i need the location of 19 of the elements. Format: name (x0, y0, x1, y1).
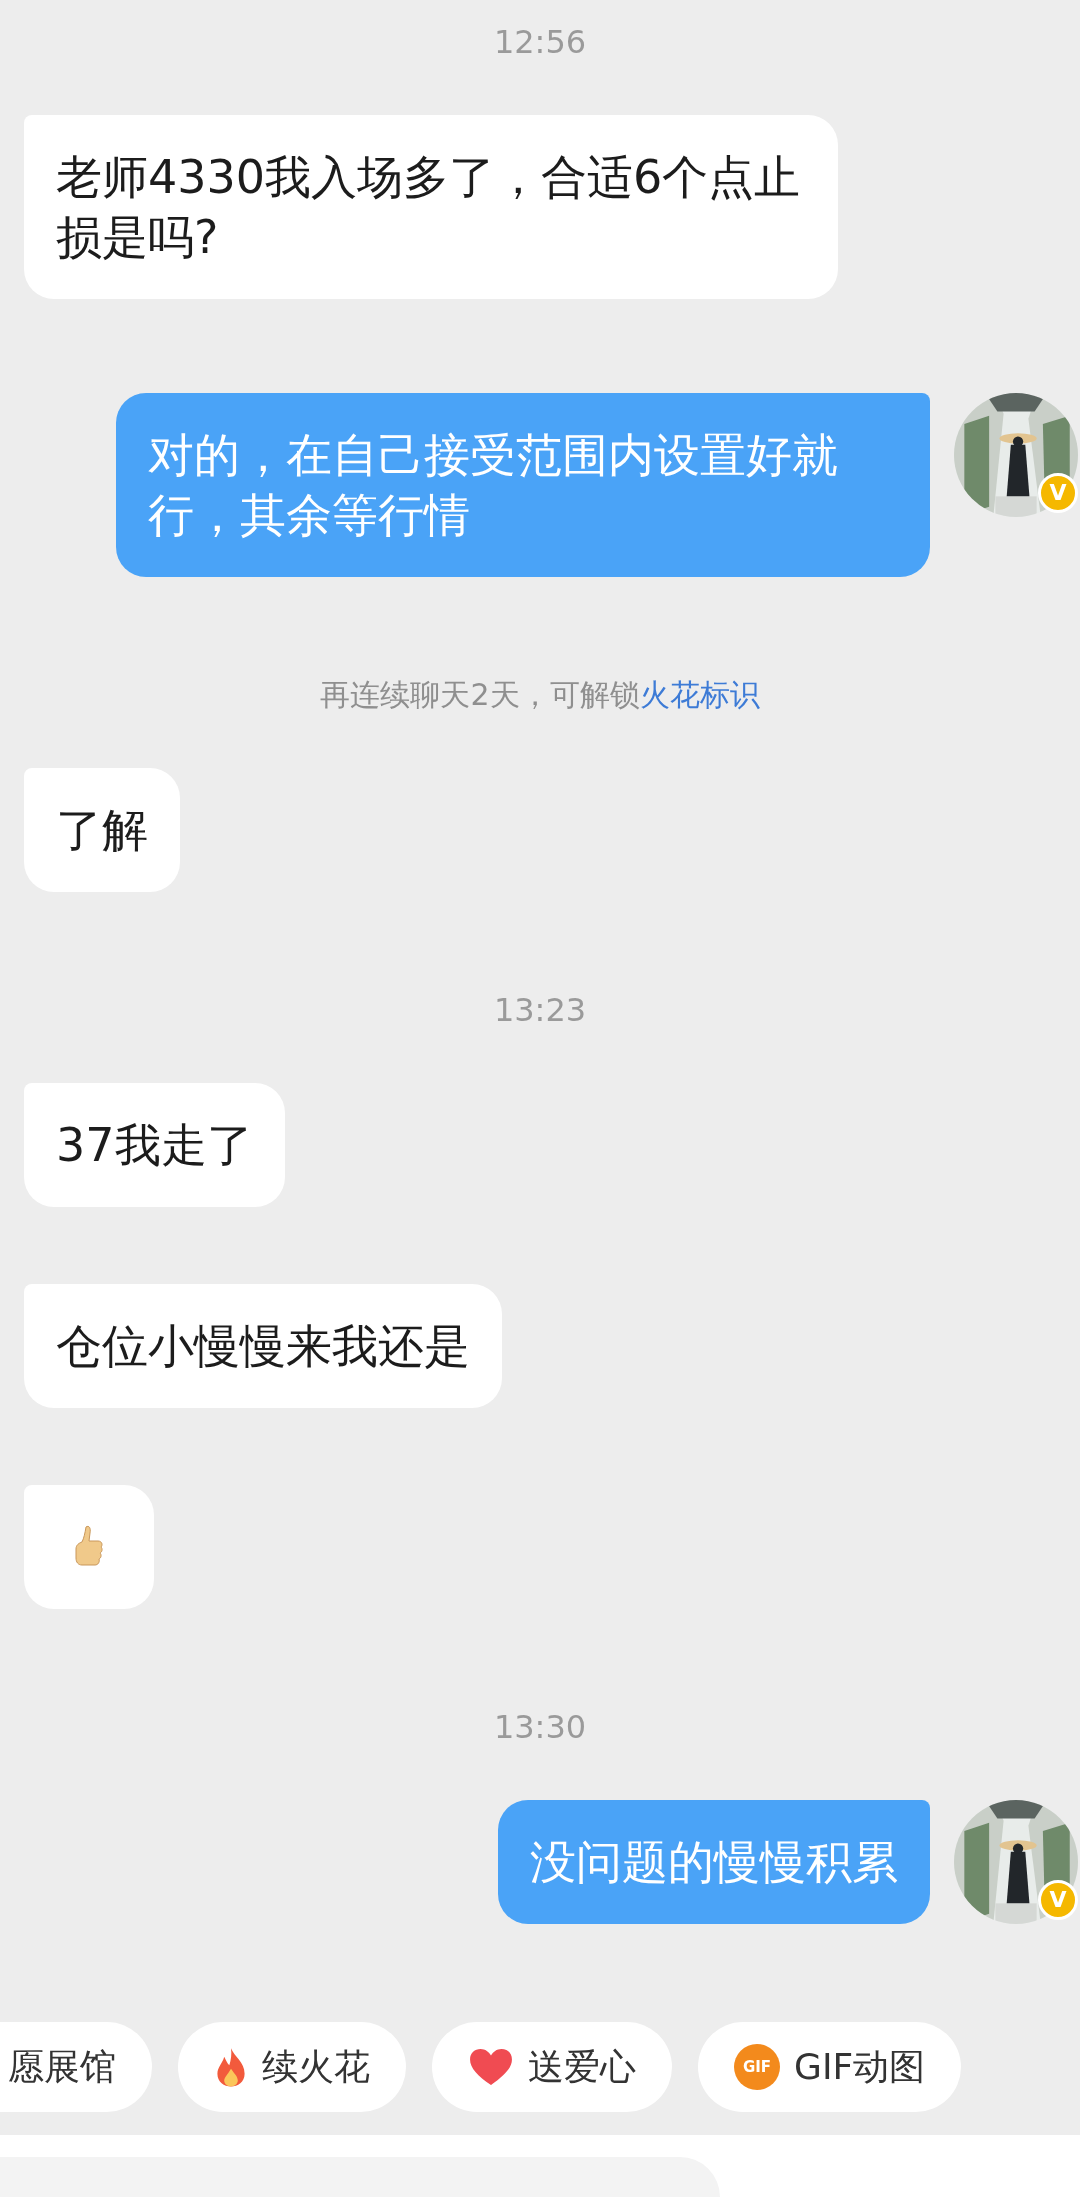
timestamp: 13:30 (492, 1707, 588, 1748)
notice-link[interactable]: 火花标识 (639, 677, 760, 712)
timestamp: 12:56 (492, 22, 588, 63)
message-bubble: 仓位小慢慢来我还是 (24, 1284, 502, 1408)
message-bubble: 没问题的慢慢积累 (498, 1800, 930, 1924)
thumbs-up-icon (74, 1525, 104, 1569)
quick-action-chip[interactable]: 送爱心 (432, 2022, 672, 2112)
message-bubble: 了解 (24, 768, 180, 892)
system-notice: 再连续聊天2天，可解锁 (320, 677, 640, 712)
heart-icon (468, 2047, 514, 2087)
message-bubble: 对的，在自己接受范围内设置好就行，其余等行情 (116, 393, 930, 577)
quick-action-chip[interactable]: 续火花 (178, 2022, 406, 2112)
quick-action-chip[interactable]: 愿展馆 (0, 2022, 152, 2112)
flame-icon (214, 2046, 248, 2088)
message-bubble: 37我走了 (24, 1083, 285, 1207)
gif-icon: GIF (734, 2044, 780, 2090)
quick-action-chip[interactable]: GIF GIF动图 (698, 2022, 962, 2112)
timestamp: 13:23 (492, 990, 588, 1031)
message-bubble: 老师4330我入场多了，合适6个点止损是吗? (24, 115, 838, 299)
